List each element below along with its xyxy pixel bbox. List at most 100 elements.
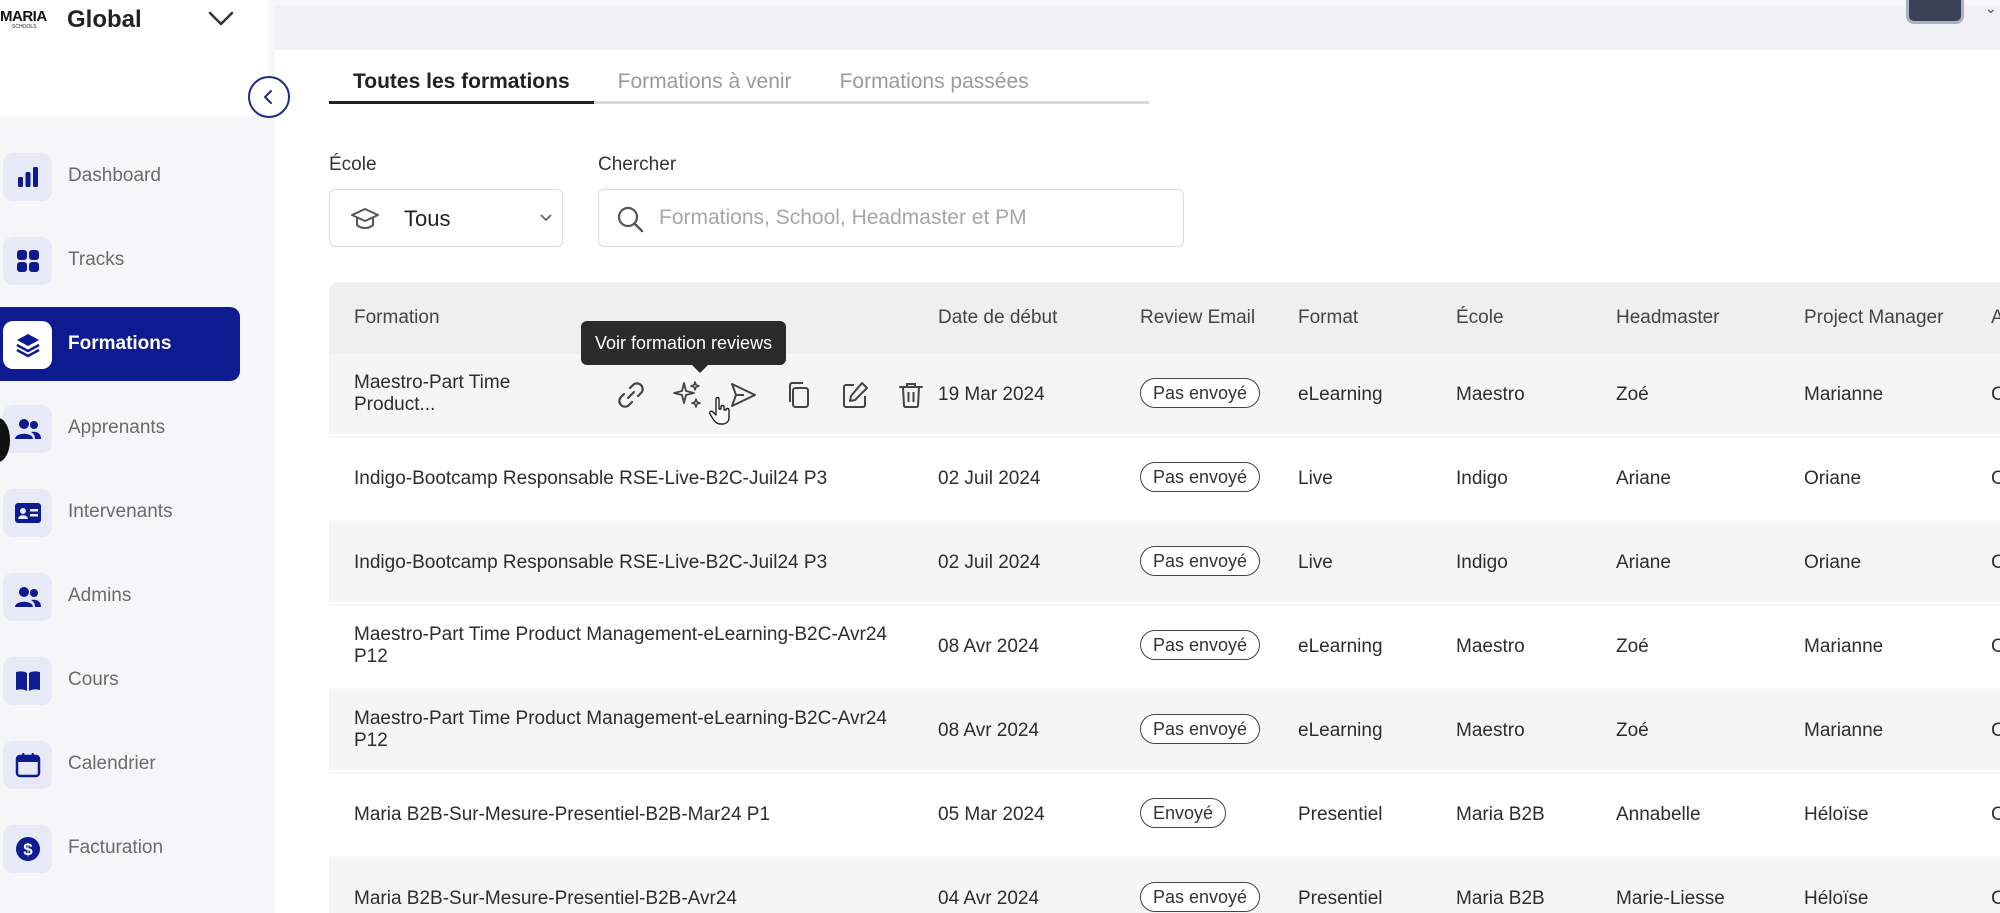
chevron-down-icon xyxy=(540,214,552,222)
format: Presentiel xyxy=(1298,888,1383,909)
status-badge: Pas envoyé xyxy=(1140,882,1261,912)
column-header[interactable]: A xyxy=(1991,282,2000,354)
sidebar-header: MARIA SCHOOLS Global xyxy=(0,0,268,116)
headmaster: Zoé xyxy=(1616,384,1649,405)
format: eLearning xyxy=(1298,720,1383,741)
formation-name[interactable]: Maestro-Part Time Product Management-eLe… xyxy=(354,624,924,668)
column-header[interactable]: Review Email xyxy=(1140,282,1255,354)
project-manager: Marianne xyxy=(1804,720,1884,741)
tab-formations-passees[interactable]: Formations passées xyxy=(816,60,1053,101)
avatar[interactable] xyxy=(1906,0,1964,24)
edit-icon[interactable] xyxy=(838,378,872,412)
extra-cell: C xyxy=(1991,888,2000,909)
tab-formations-a-venir[interactable]: Formations à venir xyxy=(594,60,816,101)
status-badge: Pas envoyé xyxy=(1140,714,1261,744)
formation-name[interactable]: Maestro-Part Time Product... xyxy=(354,372,574,416)
tabs: Toutes les formations Formations à venir… xyxy=(329,60,1149,104)
sidebar-item-apprenants[interactable]: Apprenants xyxy=(0,391,240,465)
status-badge: Envoyé xyxy=(1140,798,1227,828)
sidebar-item-intervenants[interactable]: Intervenants xyxy=(0,475,240,549)
project-manager: Héloïse xyxy=(1804,888,1869,909)
sidebar: MARIA SCHOOLS Global Dashboard Tracks Fo… xyxy=(0,0,268,913)
sidebar-item-label: Facturation xyxy=(68,837,164,858)
column-header[interactable]: Headmaster xyxy=(1616,282,1720,354)
table-row[interactable]: Maestro-Part Time Product Management-eLe… xyxy=(329,690,2000,772)
sparkles-reviews-icon[interactable] xyxy=(670,378,704,412)
formation-name[interactable]: Maria B2B-Sur-Mesure-Presentiel-B2B-Avr2… xyxy=(354,888,914,910)
sidebar-item-label: Dashboard xyxy=(68,165,161,186)
formation-name[interactable]: Maria B2B-Sur-Mesure-Presentiel-B2B-Mar2… xyxy=(354,804,914,826)
sidebar-item-calendrier[interactable]: Calendrier xyxy=(0,727,240,801)
collapse-sidebar-button[interactable] xyxy=(248,76,290,118)
formation-name[interactable]: Maestro-Part Time Product Management-eLe… xyxy=(354,708,924,752)
sidebar-item-formations[interactable]: Formations xyxy=(0,307,240,381)
project-manager: Marianne xyxy=(1804,636,1884,657)
status-badge: Pas envoyé xyxy=(1140,462,1261,492)
column-header[interactable]: Format xyxy=(1298,282,1358,354)
tab-toutes-les-formations[interactable]: Toutes les formations xyxy=(329,60,594,104)
grid-icon xyxy=(3,237,52,285)
trash-icon[interactable] xyxy=(894,378,928,412)
chevron-down-icon[interactable]: ⌄ xyxy=(1985,0,1997,17)
tooltip: Voir formation reviews xyxy=(581,321,787,373)
ecole: Indigo xyxy=(1456,552,1508,573)
column-header[interactable]: Project Manager xyxy=(1804,282,1943,354)
sidebar-item-dashboard[interactable]: Dashboard xyxy=(0,139,240,213)
org-name[interactable]: Global xyxy=(67,6,142,34)
search-box xyxy=(598,189,1184,247)
column-header[interactable]: Formation xyxy=(354,282,440,354)
extra-cell: C xyxy=(1991,804,2000,825)
sidebar-item-label: Cours xyxy=(68,669,119,690)
table-row[interactable]: Maria B2B-Sur-Mesure-Presentiel-B2B-Mar2… xyxy=(329,774,2000,856)
table-row[interactable]: Maestro-Part Time Product Management-eLe… xyxy=(329,606,2000,688)
headmaster: Annabelle xyxy=(1616,804,1701,825)
ecole-label: École xyxy=(329,154,377,175)
ecole: Maria B2B xyxy=(1456,804,1545,825)
main-content: Toutes les formations Formations à venir… xyxy=(275,50,2000,913)
table-row[interactable]: Indigo-Bootcamp Responsable RSE-Live-B2C… xyxy=(329,438,2000,520)
sidebar-item-label: Apprenants xyxy=(68,417,166,438)
project-manager: Oriane xyxy=(1804,468,1862,489)
sidebar-item-facturation[interactable]: $ Facturation xyxy=(0,811,240,885)
copy-icon[interactable] xyxy=(782,378,816,412)
extra-cell: C xyxy=(1991,720,2000,741)
sidebar-item-label: Intervenants xyxy=(68,501,173,522)
id-card-icon xyxy=(3,489,52,537)
start-date: 02 Juil 2024 xyxy=(938,468,1041,489)
column-header[interactable]: École xyxy=(1456,282,1504,354)
format: eLearning xyxy=(1298,636,1383,657)
ecole: Maestro xyxy=(1456,384,1525,405)
ecole-select[interactable]: Tous xyxy=(329,189,563,247)
formation-name[interactable]: Indigo-Bootcamp Responsable RSE-Live-B2C… xyxy=(354,552,914,574)
start-date: 05 Mar 2024 xyxy=(938,804,1045,825)
extra-cell: C xyxy=(1991,468,2000,489)
ecole: Maestro xyxy=(1456,720,1525,741)
format: eLearning xyxy=(1298,384,1383,405)
status-badge: Pas envoyé xyxy=(1140,378,1261,408)
link-icon[interactable] xyxy=(614,378,648,412)
headmaster: Marie-Liesse xyxy=(1616,888,1725,909)
start-date: 02 Juil 2024 xyxy=(938,552,1041,573)
chevron-down-icon[interactable] xyxy=(206,4,236,34)
sidebar-item-admins[interactable]: Admins xyxy=(0,559,240,633)
column-header[interactable]: Date de début xyxy=(938,282,1057,354)
sidebar-item-cours[interactable]: Cours xyxy=(0,643,240,717)
search-icon xyxy=(617,206,644,233)
formation-name[interactable]: Indigo-Bootcamp Responsable RSE-Live-B2C… xyxy=(354,468,914,490)
table-row[interactable]: Maestro-Part Time Product... 19 Mar 2024… xyxy=(329,354,2000,436)
table-row[interactable]: Maria B2B-Sur-Mesure-Presentiel-B2B-Avr2… xyxy=(329,858,2000,913)
search-input[interactable] xyxy=(659,200,1159,236)
bar-chart-icon xyxy=(3,153,52,201)
sidebar-item-label: Tracks xyxy=(68,249,125,270)
formations-table: Formation Date de début Review Email For… xyxy=(329,282,2000,913)
sidebar-item-tracks[interactable]: Tracks xyxy=(0,223,240,297)
status-badge: Pas envoyé xyxy=(1140,546,1261,576)
start-date: 08 Avr 2024 xyxy=(938,720,1040,741)
ecole: Maestro xyxy=(1456,636,1525,657)
table-row[interactable]: Indigo-Bootcamp Responsable RSE-Live-B2C… xyxy=(329,522,2000,604)
extra-cell: C xyxy=(1991,384,2000,405)
hand-cursor-icon xyxy=(709,396,730,425)
logo[interactable]: MARIA SCHOOLS xyxy=(0,8,52,30)
start-date: 19 Mar 2024 xyxy=(938,384,1045,405)
project-manager: Héloïse xyxy=(1804,804,1869,825)
